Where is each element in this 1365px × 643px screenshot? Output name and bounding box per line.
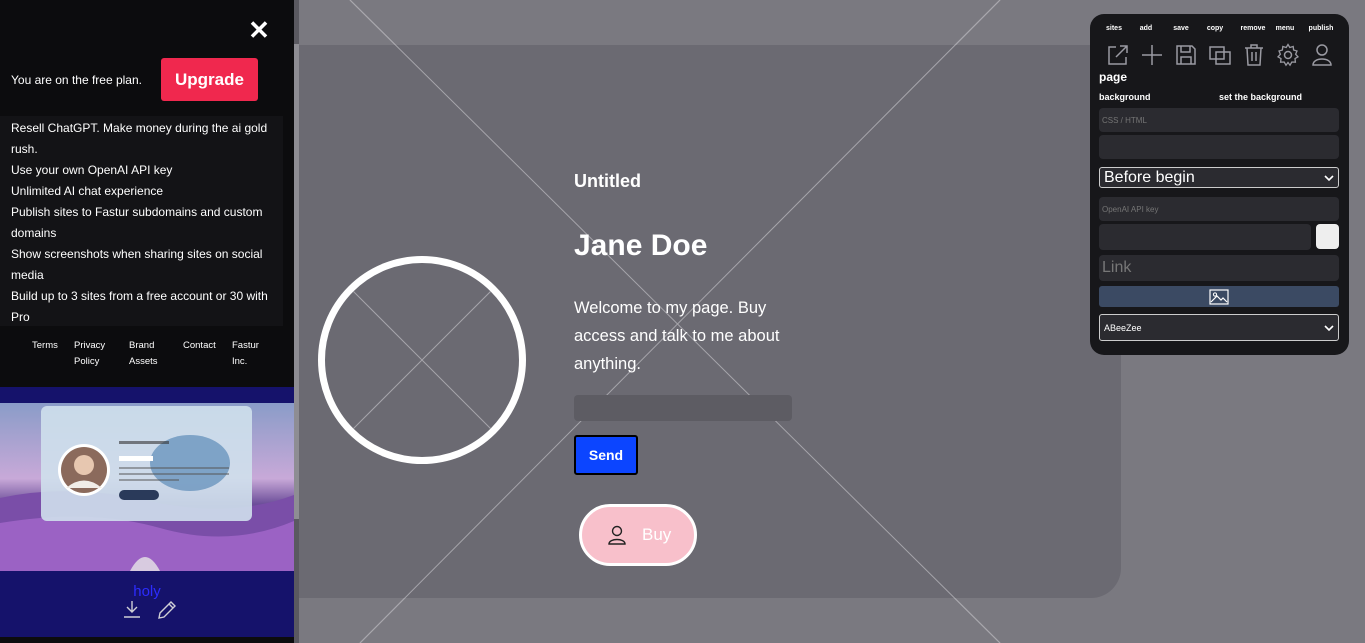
- feature-item: Unlimited AI chat experience: [11, 184, 164, 198]
- feature-item: Use your own OpenAI API key: [11, 163, 173, 177]
- background-label: background: [1099, 92, 1151, 102]
- tool-label-add: add: [1139, 25, 1153, 32]
- page-section-label: page: [1099, 70, 1128, 84]
- footer-link-brand-assets[interactable]: Brand Assets: [129, 338, 165, 370]
- footer-link-privacy[interactable]: Privacy Policy: [74, 338, 111, 370]
- css-html-input[interactable]: [1099, 108, 1339, 132]
- blank-input[interactable]: [1099, 135, 1339, 159]
- upgrade-button[interactable]: Upgrade: [161, 58, 258, 101]
- plan-status-text: You are on the free plan.: [11, 73, 142, 87]
- insert-position-select[interactable]: Before begin: [1099, 167, 1339, 188]
- openai-api-key-input[interactable]: [1099, 197, 1339, 221]
- footer-link-fastur[interactable]: Fastur Inc.: [232, 338, 262, 370]
- account-sidebar: ✕ You are on the free plan. Upgrade Rese…: [0, 0, 294, 643]
- insert-position-value: Before begin: [1104, 168, 1195, 186]
- close-icon[interactable]: ✕: [247, 17, 271, 43]
- set-background-link[interactable]: set the background: [1219, 92, 1302, 102]
- tool-label-remove: remove: [1240, 25, 1266, 32]
- color-swatch[interactable]: [1316, 224, 1339, 249]
- edit-pencil-icon[interactable]: [156, 599, 178, 621]
- save-icon[interactable]: [1174, 43, 1198, 67]
- feature-item: Show screenshots when sharing sites on s…: [11, 247, 263, 282]
- buy-button-label: Buy: [642, 525, 672, 544]
- site-card[interactable]: holy: [0, 387, 294, 637]
- image-icon: [1209, 288, 1229, 305]
- sidebar-scrollbar-thumb[interactable]: [294, 44, 299, 519]
- message-input[interactable]: [574, 395, 792, 421]
- tool-label-save: save: [1173, 25, 1189, 32]
- avatar-cross-icon: [325, 263, 519, 457]
- plus-icon[interactable]: [1140, 43, 1164, 67]
- footer-links: Terms Privacy Policy Brand Assets Contac…: [0, 338, 294, 370]
- buy-button[interactable]: Buy: [579, 504, 697, 566]
- image-upload-button[interactable]: [1099, 286, 1339, 307]
- user-icon: [608, 525, 626, 545]
- chevron-down-icon: [1324, 174, 1334, 181]
- tool-label-publish: publish: [1308, 25, 1334, 32]
- chevron-down-icon: [1324, 324, 1334, 331]
- avatar-placeholder[interactable]: [318, 256, 526, 464]
- feature-item: Publish sites to Fastur subdomains and c…: [11, 205, 263, 240]
- tool-label-menu: menu: [1275, 25, 1295, 32]
- user-icon[interactable]: [1310, 43, 1334, 67]
- copy-icon[interactable]: [1208, 43, 1232, 67]
- profile-name: Jane Doe: [574, 229, 708, 262]
- editor-tool-panel: sites add save copy remove menu publish …: [1090, 14, 1349, 355]
- download-icon[interactable]: [122, 599, 142, 619]
- footer-link-terms[interactable]: Terms: [32, 338, 58, 370]
- tool-label-copy: copy: [1206, 25, 1224, 32]
- pro-features-list: Resell ChatGPT. Make money during the ai…: [0, 116, 283, 326]
- link-input[interactable]: Link: [1099, 255, 1339, 281]
- trash-icon[interactable]: [1242, 43, 1266, 67]
- color-value-input[interactable]: [1099, 224, 1311, 250]
- feature-item: Resell ChatGPT. Make money during the ai…: [11, 121, 268, 156]
- site-name-link[interactable]: holy: [0, 583, 294, 600]
- font-family-value: ABeeZee: [1104, 322, 1142, 333]
- page-title: Untitled: [574, 171, 641, 191]
- gear-icon[interactable]: [1276, 43, 1300, 67]
- footer-link-contact[interactable]: Contact: [183, 338, 216, 370]
- send-button[interactable]: Send: [574, 435, 638, 475]
- feature-item: Build up to 3 sites from a free account …: [11, 289, 268, 324]
- tool-label-sites: sites: [1106, 25, 1122, 32]
- external-link-icon[interactable]: [1106, 43, 1130, 67]
- site-thumbnail[interactable]: [0, 403, 294, 571]
- welcome-text: Welcome to my page. Buy access and talk …: [574, 299, 780, 373]
- font-family-select[interactable]: ABeeZee: [1099, 314, 1339, 341]
